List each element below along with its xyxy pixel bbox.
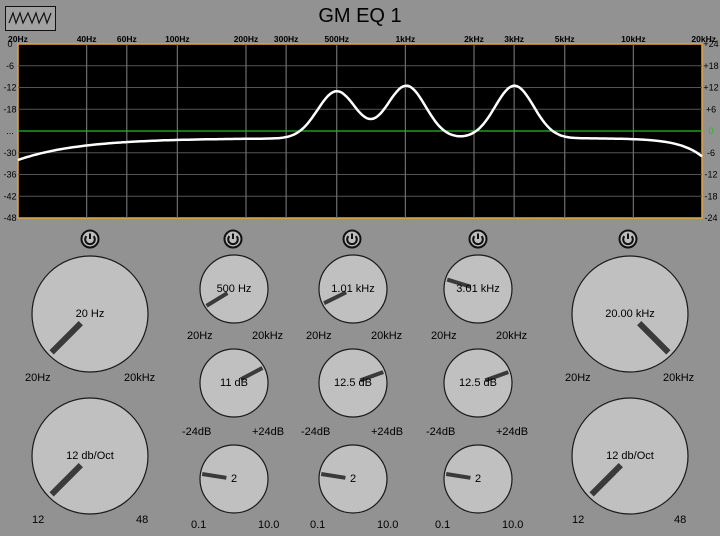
peak2-q-value: 2 (349, 473, 357, 485)
freq-tick-label: 40Hz (77, 34, 97, 44)
lowcut-slope-min-label: 12 (32, 514, 45, 526)
freq-tick-label: 100Hz (165, 34, 190, 44)
left-db-label: ... (6, 126, 14, 136)
freq-tick-label: 300Hz (274, 34, 299, 44)
peak2-power-icon[interactable] (342, 229, 362, 249)
freq-tick-label: 2kHz (464, 34, 484, 44)
eq-response-graph[interactable]: 0 +24-6 +18-12 +12-18 +6... 0-30 -6-36 -12-42 -1… (0, 34, 720, 222)
peak2-q-min-label: 0.1 (310, 519, 326, 531)
peak1-q-value: 2 (230, 473, 238, 485)
highcut-freq-value: 20.00 kHz (605, 308, 655, 320)
freq-tick-label: 5kHz (555, 34, 575, 44)
right-db-label: -18 (704, 191, 717, 201)
freq-tick-label: 3kHz (504, 34, 524, 44)
peak3-q-knob[interactable]: 2 (443, 444, 513, 514)
highcut-slope-min-label: 12 (572, 514, 585, 526)
highcut-slope-knob[interactable]: 12 db/Oct (571, 397, 689, 515)
lowcut-freq-min-label: 20Hz (25, 372, 51, 384)
freq-tick-label: 20kHz (691, 34, 716, 44)
peak1-power-icon[interactable] (223, 229, 243, 249)
peak1-freq-min-label: 20Hz (187, 330, 213, 342)
right-db-label: 0 (708, 126, 713, 136)
highcut-freq-knob[interactable]: 20.00 kHz (571, 255, 689, 373)
peak2-q-max-label: 10.0 (377, 519, 399, 531)
peak2-gain-knob[interactable]: 12.5 dB (318, 348, 388, 418)
left-db-label: -12 (3, 83, 16, 93)
freq-tick-label: 500Hz (324, 34, 349, 44)
freq-tick-label: 60Hz (117, 34, 137, 44)
peak2-q-knob[interactable]: 2 (318, 444, 388, 514)
peak1-gain-knob[interactable]: 11 dB (199, 348, 269, 418)
highcut-freq-max-label: 20kHz (663, 372, 695, 384)
peak2-gain-min-label: -24dB (301, 426, 331, 438)
plugin-title: GM EQ 1 (318, 5, 402, 27)
left-db-label: -6 (6, 61, 14, 71)
peak3-q-value: 2 (474, 473, 482, 485)
left-db-label: -18 (3, 104, 16, 114)
right-db-label: -24 (704, 213, 717, 222)
left-db-label: -42 (3, 191, 16, 201)
peak3-freq-min-label: 20Hz (431, 330, 457, 342)
freq-tick-label: 20Hz (8, 34, 28, 44)
right-db-label: -6 (707, 148, 715, 158)
freq-tick-label: 10kHz (621, 34, 646, 44)
peak2-freq-knob[interactable]: 1.01 kHz (318, 254, 388, 324)
freq-tick-label: 1kHz (395, 34, 415, 44)
lowcut-freq-knob[interactable]: 20 Hz (31, 255, 149, 373)
lowcut-power-icon[interactable] (80, 229, 100, 249)
lowcut-slope-knob[interactable]: 12 db/Oct (31, 397, 149, 515)
peak3-gain-knob[interactable]: 12.5 dB (443, 348, 513, 418)
right-db-label: -12 (704, 170, 717, 180)
highcut-slope-max-label: 48 (674, 514, 687, 526)
peak1-q-min-label: 0.1 (191, 519, 207, 531)
peak1-q-knob[interactable]: 2 (199, 444, 269, 514)
peak3-q-min-label: 0.1 (435, 519, 451, 531)
right-db-label: +12 (703, 83, 718, 93)
lowcut-slope-max-label: 48 (136, 514, 149, 526)
peak3-gain-max-label: +24dB (496, 426, 529, 438)
peak2-freq-max-label: 20kHz (371, 330, 403, 342)
left-db-label: -36 (3, 170, 16, 180)
peak1-freq-max-label: 20kHz (252, 330, 284, 342)
lowcut-freq-value: 20 Hz (75, 308, 105, 320)
highcut-freq-min-label: 20Hz (565, 372, 591, 384)
freq-tick-label: 200Hz (234, 34, 259, 44)
left-db-label: -30 (3, 148, 16, 158)
peak3-freq-value: 3.01 kHz (456, 283, 500, 295)
peak3-q-max-label: 10.0 (502, 519, 524, 531)
highcut-slope-value: 12 db/Oct (606, 450, 654, 462)
peak3-power-icon[interactable] (468, 229, 488, 249)
title-bar: GM EQ 1 (0, 0, 720, 34)
peak1-q-max-label: 10.0 (258, 519, 280, 531)
peak1-gain-min-label: -24dB (182, 426, 212, 438)
peak2-gain-max-label: +24dB (371, 426, 404, 438)
peak1-freq-value: 500 Hz (216, 283, 252, 295)
left-db-label: -48 (3, 213, 16, 222)
peak3-freq-knob[interactable]: 3.01 kHz (443, 254, 513, 324)
lowcut-slope-value: 12 db/Oct (66, 450, 114, 462)
peak1-freq-knob[interactable]: 500 Hz (199, 254, 269, 324)
peak3-freq-max-label: 20kHz (496, 330, 528, 342)
peak2-freq-value: 1.01 kHz (331, 283, 375, 295)
peak2-gain-value: 12.5 dB (334, 377, 372, 389)
peak2-freq-min-label: 20Hz (306, 330, 332, 342)
peak1-gain-max-label: +24dB (252, 426, 285, 438)
highcut-power-icon[interactable] (618, 229, 638, 249)
right-db-label: +6 (706, 104, 716, 114)
peak1-gain-value: 11 dB (220, 377, 248, 389)
peak3-gain-value: 12.5 dB (459, 377, 497, 389)
peak3-gain-min-label: -24dB (426, 426, 456, 438)
lowcut-freq-max-label: 20kHz (124, 372, 156, 384)
right-db-label: +18 (703, 61, 718, 71)
